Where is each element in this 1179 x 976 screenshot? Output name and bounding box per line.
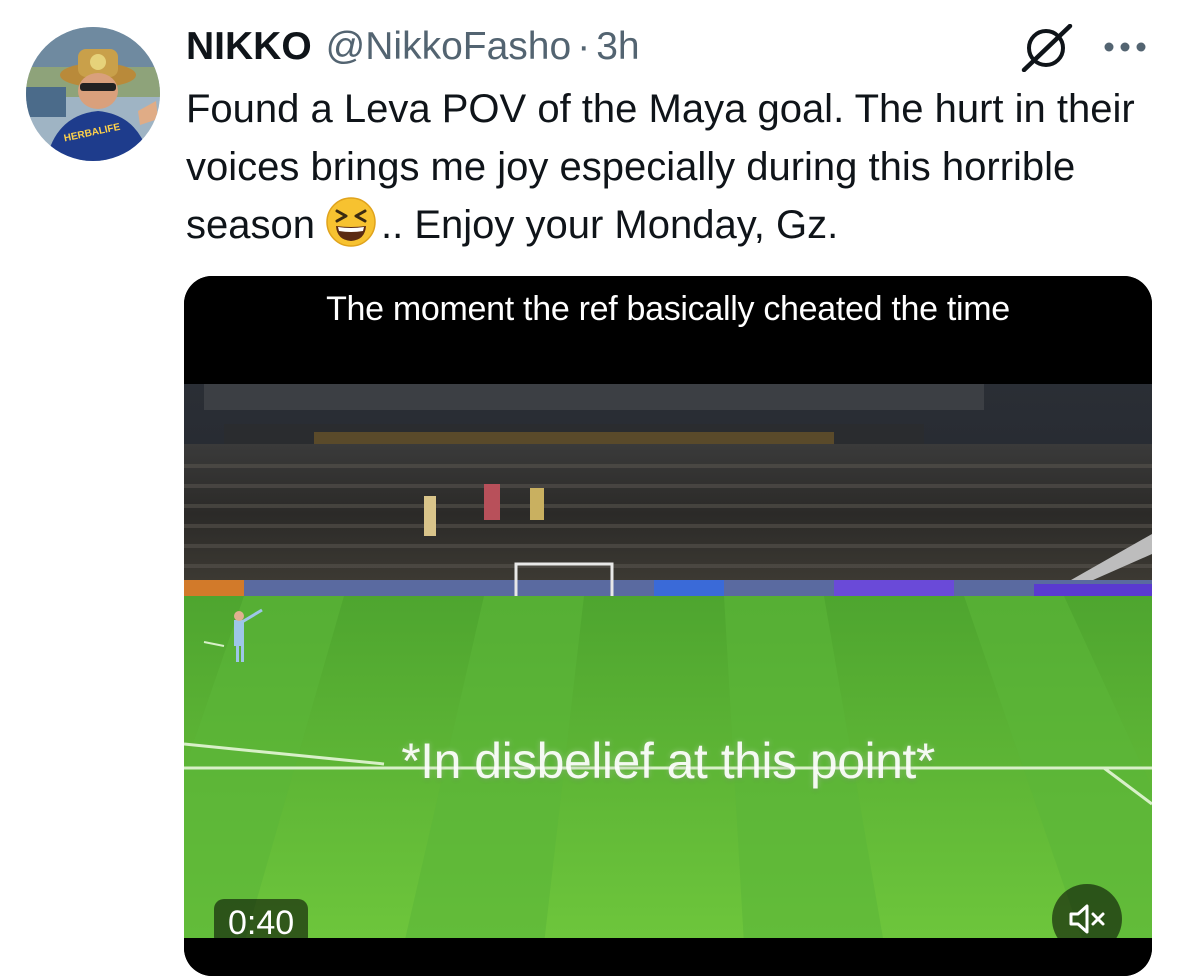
video-frame[interactable]: *In disbelief at this point*: [184, 384, 1152, 944]
grok-icon[interactable]: [1020, 23, 1074, 73]
user-handle[interactable]: @NikkoFasho: [326, 22, 572, 72]
video-overlay-text: *In disbelief at this point*: [401, 733, 935, 789]
stadium-scene: [184, 384, 1152, 944]
video-caption-bar: The moment the ref basically cheated the…: [184, 276, 1152, 384]
video-caption: The moment the ref basically cheated the…: [326, 290, 1010, 328]
more-options-icon[interactable]: [1100, 34, 1150, 60]
tweet[interactable]: HERBALIFE NIKKO @NikkoFasho · 3h Found a…: [0, 0, 1179, 976]
avatar[interactable]: HERBALIFE: [26, 27, 160, 161]
tweet-text-end: .. Enjoy your Monday, Gz.: [380, 203, 839, 247]
grinning-squinting-face-icon: [325, 196, 377, 248]
tweet-header: NIKKO @NikkoFasho · 3h: [186, 22, 640, 72]
mute-button[interactable]: [1052, 884, 1122, 954]
header-separator: ·: [577, 25, 591, 68]
tweet-text: Found a Leva POV of the Maya goal. The h…: [186, 80, 1161, 254]
timestamp[interactable]: 3h: [596, 22, 639, 72]
video-duration-badge: 0:40: [214, 899, 309, 947]
display-name[interactable]: NIKKO: [186, 22, 312, 72]
avatar-image: HERBALIFE: [26, 27, 160, 161]
volume-muted-icon: [1069, 904, 1105, 934]
video-player[interactable]: The moment the ref basically cheated the…: [184, 276, 1152, 976]
video-bottom-bar: [184, 938, 1152, 976]
